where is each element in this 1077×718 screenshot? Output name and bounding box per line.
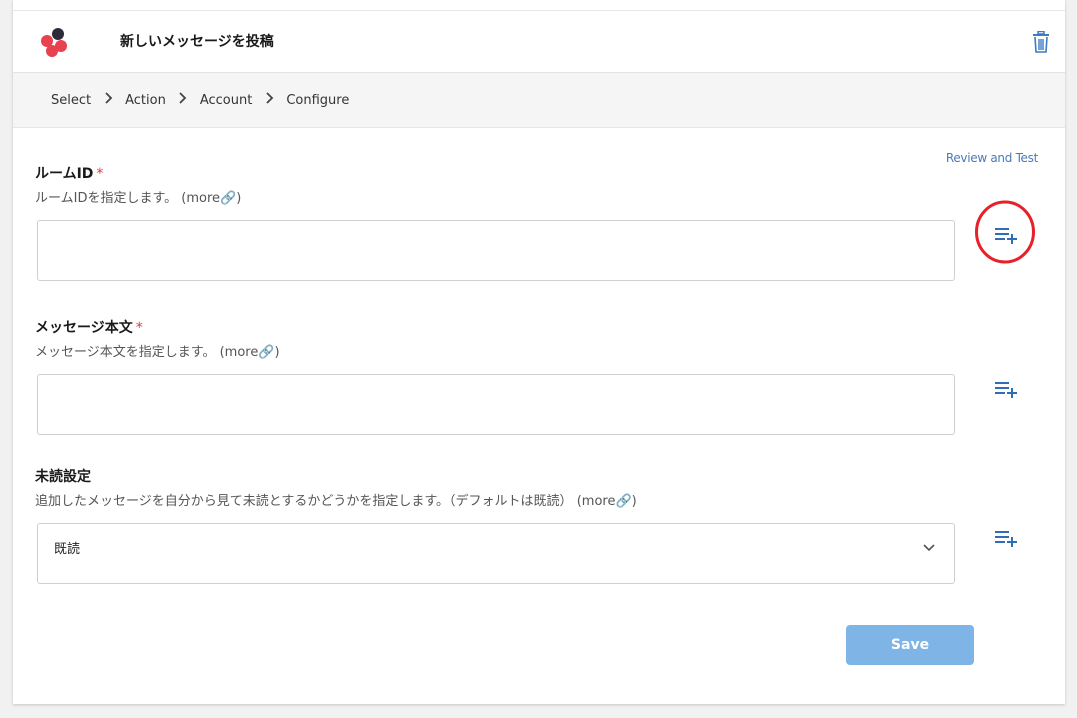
save-button[interactable]: Save xyxy=(846,625,974,665)
unread-setting-label-text: 未読設定 xyxy=(35,469,91,485)
configure-card: 新しいメッセージを投稿 Select Action Account Config… xyxy=(13,0,1065,704)
add-variable-icon[interactable] xyxy=(993,378,1019,400)
unread-setting-description-text: 追加したメッセージを自分から見て未読とするかどうかを指定します。（デフォルトは既… xyxy=(35,494,573,509)
chevron-right-icon xyxy=(172,92,194,108)
chevron-right-icon xyxy=(258,92,280,108)
unread-setting-select[interactable]: 既読 xyxy=(37,523,955,584)
step-header: 新しいメッセージを投稿 xyxy=(13,11,1065,73)
add-variable-icon[interactable] xyxy=(993,224,1019,246)
breadcrumb-account[interactable]: Account xyxy=(200,93,253,108)
breadcrumb-action[interactable]: Action xyxy=(125,93,166,108)
message-body-input[interactable] xyxy=(37,374,955,435)
room-id-more-link[interactable]: (more🔗) xyxy=(181,191,241,206)
chatwork-logo-icon xyxy=(41,28,67,57)
message-body-description-text: メッセージ本文を指定します。 xyxy=(35,345,216,360)
breadcrumb-configure[interactable]: Configure xyxy=(286,93,349,108)
add-variable-icon[interactable] xyxy=(993,527,1019,549)
room-id-label-text: ルームID xyxy=(35,166,94,182)
message-body-label-text: メッセージ本文 xyxy=(35,320,133,336)
top-strip xyxy=(13,0,1065,11)
unread-setting-more-link[interactable]: (more🔗) xyxy=(577,494,637,509)
unread-setting-description: 追加したメッセージを自分から見て未読とするかどうかを指定します。（デフォルトは既… xyxy=(35,490,637,509)
required-mark: * xyxy=(135,320,143,336)
room-id-description: ルームIDを指定します。 (more🔗) xyxy=(35,187,241,206)
trash-icon[interactable] xyxy=(1031,31,1051,53)
room-id-input[interactable] xyxy=(37,220,955,281)
breadcrumb: Select Action Account Configure xyxy=(13,73,1065,128)
breadcrumb-select[interactable]: Select xyxy=(51,93,91,108)
chevron-right-icon xyxy=(97,92,119,108)
action-title: 新しいメッセージを投稿 xyxy=(120,34,274,50)
room-id-description-text: ルームIDを指定します。 xyxy=(35,191,178,206)
message-body-more-link[interactable]: (more🔗) xyxy=(220,345,280,360)
review-and-test-link[interactable]: Review and Test xyxy=(946,151,1038,165)
unread-setting-label: 未読設定 xyxy=(35,466,91,486)
chevron-down-icon xyxy=(923,544,935,552)
message-body-description: メッセージ本文を指定します。 (more🔗) xyxy=(35,341,280,360)
message-body-label: メッセージ本文 * xyxy=(35,317,143,337)
unread-setting-selected-value: 既読 xyxy=(54,542,81,557)
required-mark: * xyxy=(96,166,104,182)
room-id-label: ルームID * xyxy=(35,163,103,183)
